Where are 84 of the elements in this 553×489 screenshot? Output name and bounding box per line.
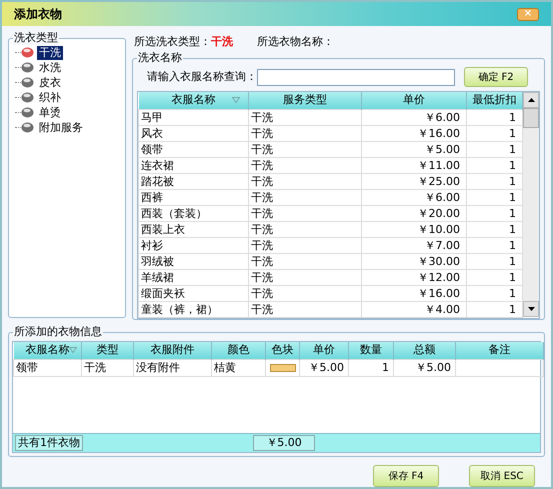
tree-item[interactable]: 单烫 (37, 106, 63, 120)
table-cell: 干洗 (248, 269, 362, 285)
table-cell: 踏花被 (138, 173, 248, 189)
tree-item[interactable]: 皮衣 (37, 76, 63, 90)
table-cell: 连衣裙 (138, 157, 248, 173)
scrollbar[interactable] (523, 92, 539, 317)
table-cell: ￥10.00 (362, 221, 466, 237)
table-cell: ￥16.00 (362, 285, 466, 301)
table-cell: 干洗 (248, 205, 362, 221)
table-cell: ￥12.00 (362, 269, 466, 285)
table-cell: 西装（套装） (138, 205, 248, 221)
column-header[interactable]: 最低折扣 (466, 92, 522, 109)
column-header[interactable]: 衣服附件 (134, 342, 212, 359)
table-cell: ￥30.00 (362, 253, 466, 269)
column-header[interactable]: 衣服名称 (14, 342, 81, 358)
table-cell: 干洗 (248, 109, 362, 125)
window-title: 添加衣物 (14, 6, 62, 23)
table-cell: 干洗 (248, 125, 362, 141)
table-cell: ￥25.00 (362, 173, 466, 189)
table-cell: 西裤 (138, 189, 248, 205)
column-header[interactable]: 总额 (394, 342, 456, 359)
table-cell: 桔黄 (212, 359, 266, 376)
cancel-button[interactable]: 取消 ESC (469, 465, 535, 487)
column-header[interactable]: 单价 (362, 92, 466, 109)
table-cell: 干洗 (82, 359, 134, 376)
column-header[interactable]: 数量 (348, 342, 394, 359)
table-cell: 1 (348, 359, 394, 376)
table-cell: ￥16.00 (362, 125, 466, 141)
table-cell: 羊绒裙 (138, 269, 248, 285)
save-button[interactable]: 保存 F4 (373, 465, 439, 487)
selected-type-value: 干洗 (211, 34, 233, 50)
selected-type-label: 所选洗衣类型： (134, 34, 211, 50)
tree-item[interactable]: 水洗 (37, 60, 63, 74)
table-cell: 羽绒被 (138, 253, 248, 269)
column-header[interactable]: 颜色 (212, 342, 266, 359)
table-cell: ￥11.00 (362, 157, 466, 173)
table-cell: 风衣 (138, 125, 248, 141)
search-field[interactable] (257, 68, 455, 86)
table-cell: 没有附件 (134, 359, 212, 376)
tree-item[interactable]: 织补 (37, 90, 63, 104)
selected-name-label: 所选衣物名称： (257, 34, 334, 50)
table-cell: 干洗 (248, 253, 362, 269)
tree-item[interactable]: 干洗 (37, 46, 63, 60)
tree-item[interactable]: 附加服务 (37, 120, 85, 134)
table-cell: ￥6.00 (362, 189, 466, 205)
table-cell: 干洗 (248, 157, 362, 173)
table-cell: ￥7.00 (362, 237, 466, 253)
column-header[interactable]: 备注 (456, 342, 544, 359)
table-cell: 干洗 (248, 189, 362, 205)
total-amount: ￥5.00 (253, 435, 315, 451)
table-cell: 衬衫 (138, 237, 248, 253)
sort-icon (69, 347, 77, 354)
scroll-thumb[interactable] (523, 108, 539, 128)
column-header[interactable]: 类型 (82, 342, 134, 359)
confirm-button[interactable]: 确定 F2 (464, 67, 528, 87)
table-cell: 领带 (138, 141, 248, 157)
column-header[interactable]: 服务类型 (248, 92, 362, 109)
group-title: 洗衣类型 (13, 31, 59, 45)
column-header[interactable]: 衣服名称 (138, 92, 248, 108)
table-cell: ￥5.00 (362, 141, 466, 157)
table-cell: 马甲 (138, 109, 248, 125)
table-cell: ￥5.00 (300, 359, 348, 376)
table-cell: 干洗 (248, 285, 362, 301)
group-title: 所添加的衣物信息 (13, 325, 103, 339)
group-title: 洗衣名称 (137, 51, 183, 65)
table-cell: 干洗 (248, 237, 362, 253)
table-cell: 1 (466, 109, 522, 125)
column-header[interactable]: 单价 (300, 342, 348, 359)
table-cell: 缎面夹袄 (138, 285, 248, 301)
table-cell: 干洗 (248, 173, 362, 189)
item-count: 共有1件衣物 (15, 435, 83, 451)
table-cell: ￥5.00 (394, 359, 456, 376)
table-cell: 干洗 (248, 141, 362, 157)
search-label: 请输入衣服名称查询： (147, 68, 257, 85)
table-cell: 西装上衣 (138, 221, 248, 237)
table-cell: 干洗 (248, 221, 362, 237)
table-cell: 童装（裤，裙） (138, 301, 248, 317)
sort-icon (232, 97, 240, 104)
table-cell: 干洗 (248, 301, 362, 317)
table-cell: ￥4.00 (362, 301, 466, 317)
table-cell: ￥6.00 (362, 109, 466, 125)
table-cell: ￥20.00 (362, 205, 466, 221)
column-header[interactable]: 色块 (266, 342, 300, 359)
table-cell: 领带 (14, 359, 82, 376)
